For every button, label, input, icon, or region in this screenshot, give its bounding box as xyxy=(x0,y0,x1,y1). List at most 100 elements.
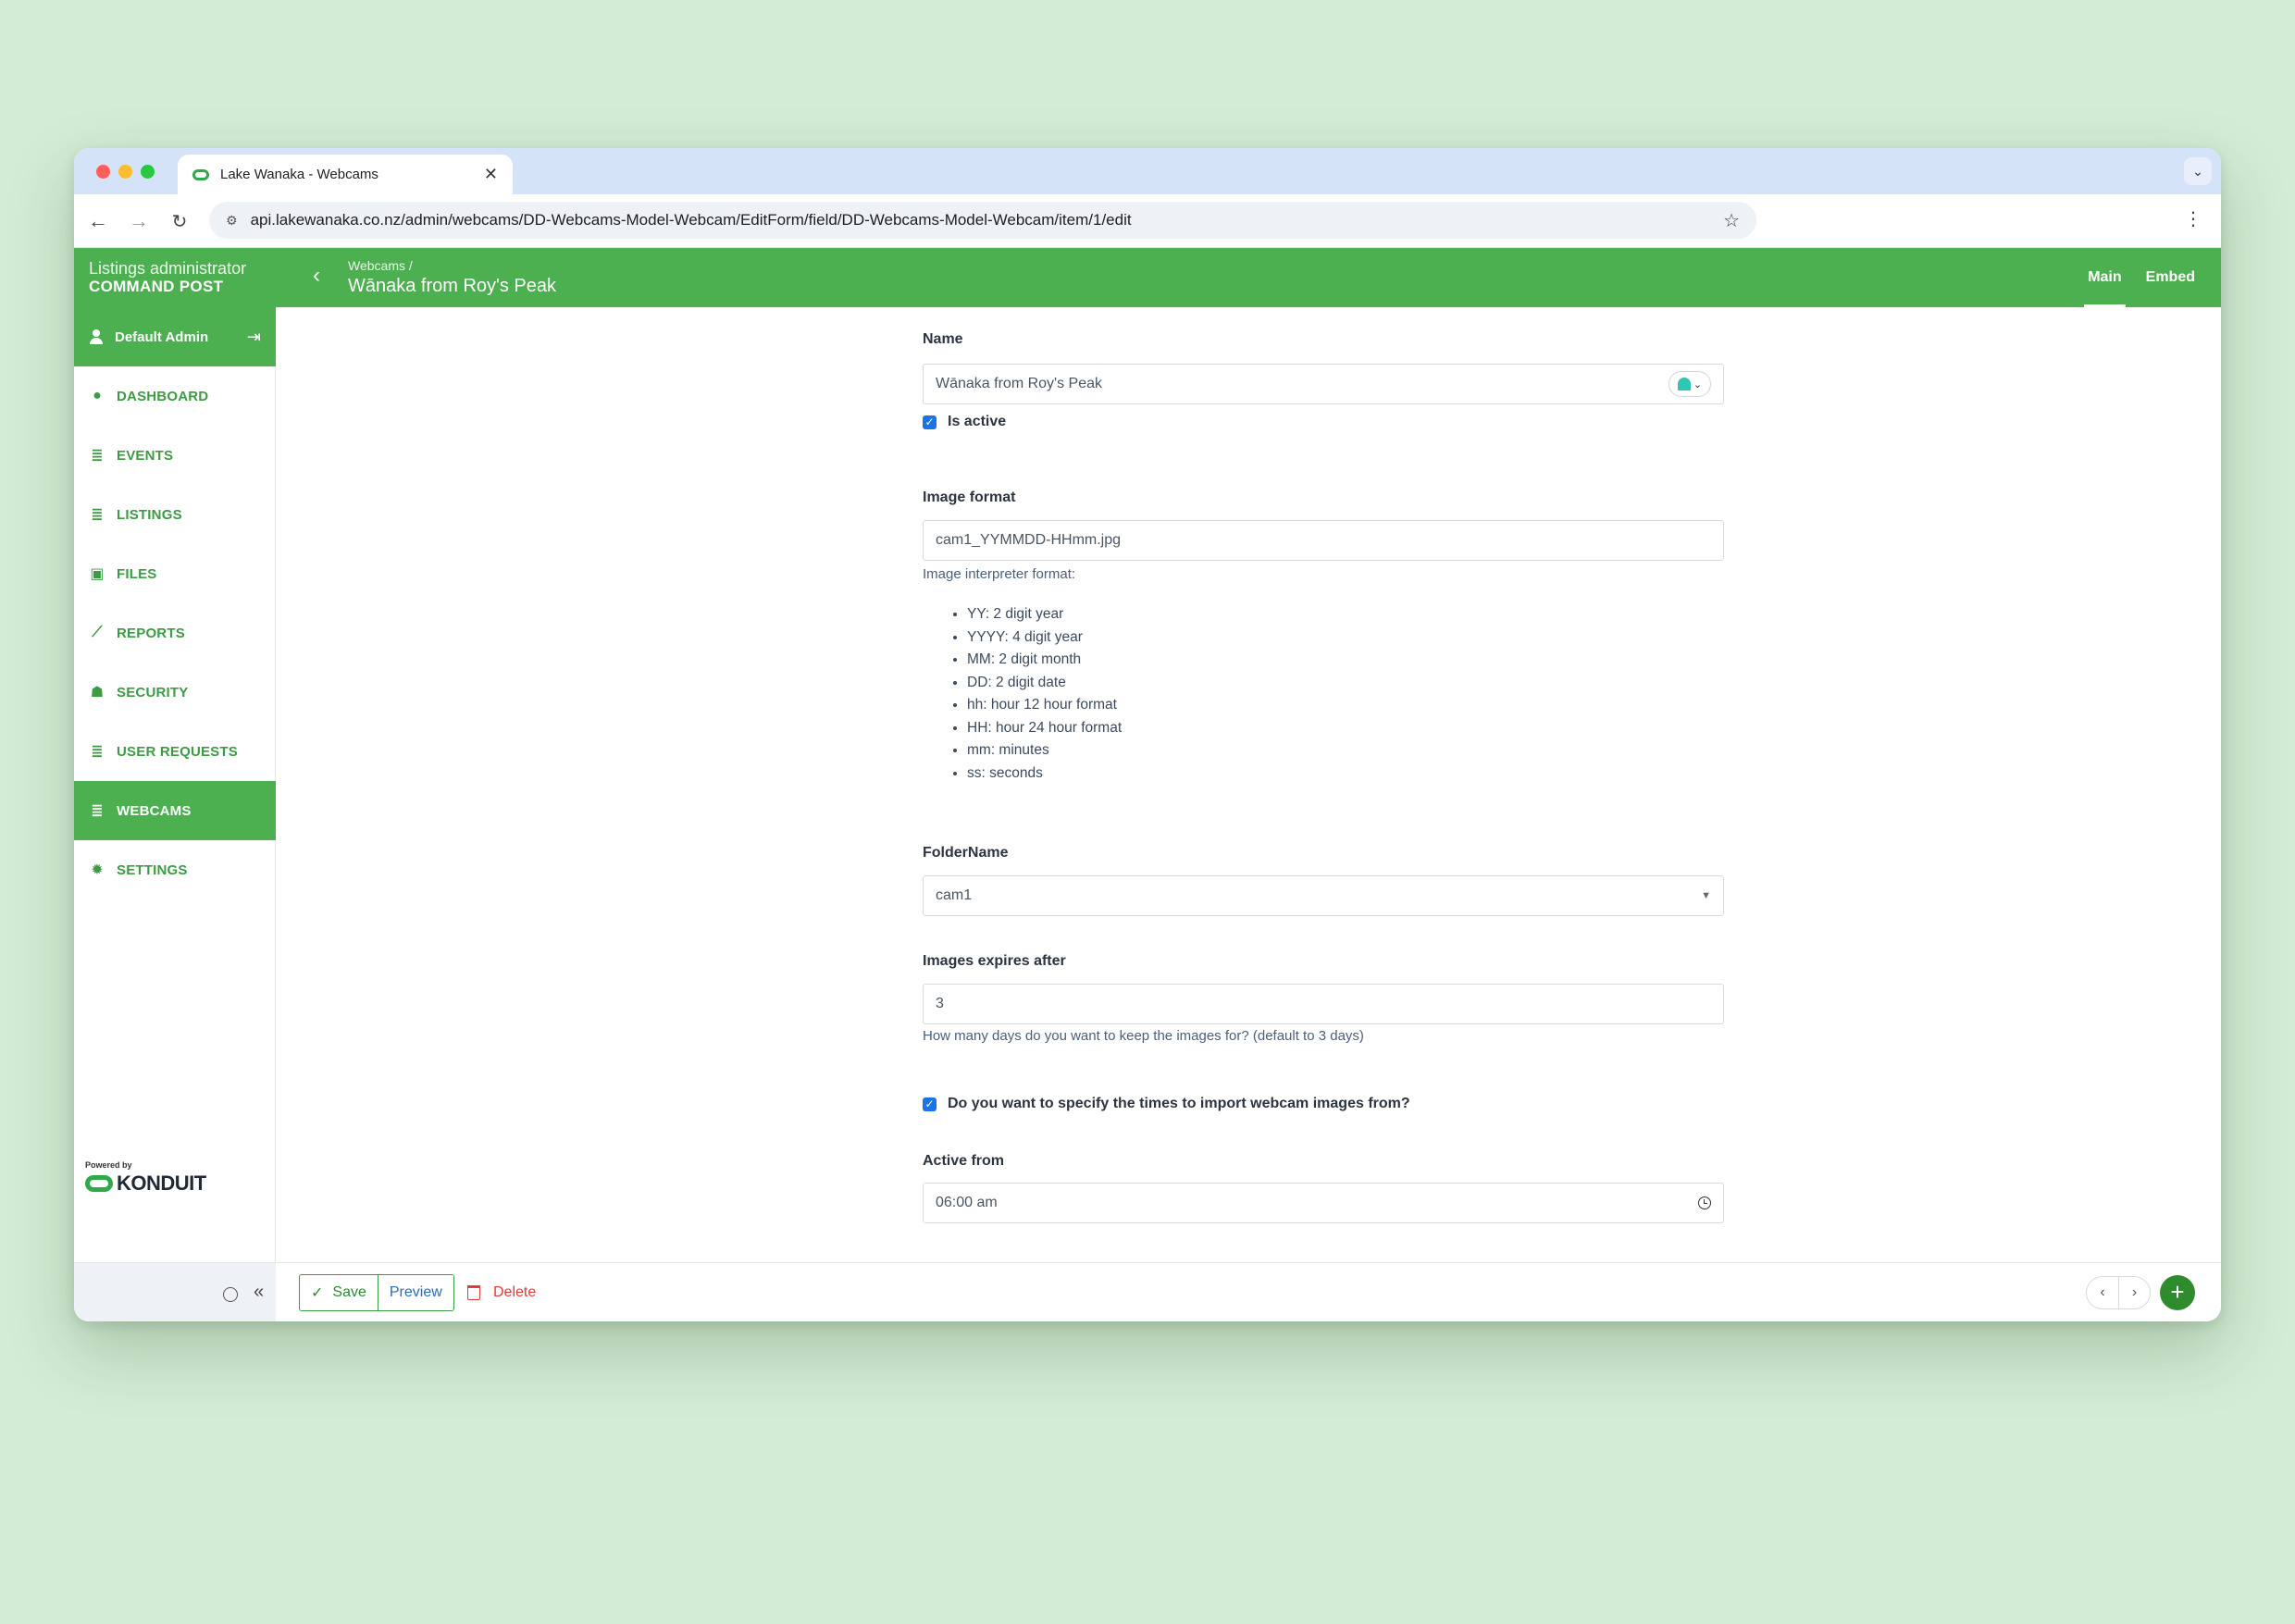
user-row[interactable]: Default Admin ⇥ xyxy=(74,307,276,366)
delete-button[interactable]: Delete xyxy=(467,1274,536,1311)
folder-name-select[interactable]: cam1 ▼ xyxy=(923,875,1724,916)
specify-times-checkbox[interactable]: ✓ xyxy=(923,1097,937,1111)
chevron-left-icon[interactable]: ‹ xyxy=(313,263,320,289)
sidebar-item-webcams[interactable]: ≣ WEBCAMS xyxy=(74,781,276,840)
active-from-label: Active from xyxy=(923,1153,1005,1169)
minimize-window-button[interactable] xyxy=(118,165,132,179)
sidebar-item-label: DASHBOARD xyxy=(117,388,209,404)
browser-window: Lake Wanaka - Webcams ✕ ⌄ ← → ↻ ⚙ api.la… xyxy=(74,148,2221,1321)
database-icon: ≣ xyxy=(91,507,104,523)
sidebar-item-dashboard[interactable]: ● DASHBOARD xyxy=(74,366,276,426)
database-icon: ≣ xyxy=(91,744,104,760)
list-item: MM: 2 digit month xyxy=(967,649,1122,672)
browser-toolbar: ← → ↻ ⚙ api.lakewanaka.co.nz/admin/webca… xyxy=(74,194,2221,248)
next-record-icon[interactable]: › xyxy=(2118,1277,2150,1308)
expires-help: How many days do you want to keep the im… xyxy=(923,1028,1364,1044)
image-format-label: Image format xyxy=(923,490,1016,505)
forward-arrow-icon[interactable]: → xyxy=(124,206,154,236)
language-toggle[interactable]: ⌄ xyxy=(1669,371,1711,397)
collapse-sidebar-icon[interactable]: « xyxy=(254,1282,264,1303)
is-active-checkbox[interactable]: ✓ xyxy=(923,415,937,429)
address-bar[interactable]: ⚙ api.lakewanaka.co.nz/admin/webcams/DD-… xyxy=(209,202,1756,239)
reload-icon[interactable]: ↻ xyxy=(165,206,194,236)
brand-subtitle: Listings administrator xyxy=(89,259,247,278)
is-active-label: Is active xyxy=(948,414,1007,429)
tab-search-button[interactable]: ⌄ xyxy=(2184,157,2212,185)
sidebar-item-reports[interactable]: ⟋ REPORTS xyxy=(74,603,276,663)
brand: Listings administrator COMMAND POST xyxy=(89,259,246,296)
tab-strip: Lake Wanaka - Webcams ✕ ⌄ xyxy=(74,148,2221,194)
folder-name-value[interactable]: cam1 xyxy=(936,887,1701,904)
sidebar-item-label: WEBCAMS xyxy=(117,802,192,819)
name-label: Name xyxy=(923,331,963,347)
caret-down-icon[interactable]: ▼ xyxy=(1701,890,1711,901)
close-tab-icon[interactable]: ✕ xyxy=(484,165,498,184)
preview-button[interactable]: Preview xyxy=(377,1275,453,1310)
is-active-row[interactable]: ✓ Is active xyxy=(923,414,1006,430)
sidebar-item-listings[interactable]: ≣ LISTINGS xyxy=(74,485,276,544)
logout-icon[interactable]: ⇥ xyxy=(247,328,261,347)
powered-by-text: Powered by xyxy=(85,1160,132,1170)
maximize-window-button[interactable] xyxy=(141,165,155,179)
sidebar: Default Admin ⇥ ● DASHBOARD ≣ EVENTS ≣ L… xyxy=(74,307,276,1321)
expires-value[interactable]: 3 xyxy=(936,996,1711,1012)
format-token-list: YY: 2 digit year YYYY: 4 digit year MM: … xyxy=(967,603,1122,785)
main-content: Name Wānaka from Roy's Peak ⌄ ✓ Is activ… xyxy=(277,307,2221,1262)
add-record-button[interactable]: + xyxy=(2160,1275,2195,1310)
expires-field[interactable]: 3 xyxy=(923,984,1724,1024)
list-item: mm: minutes xyxy=(967,739,1122,762)
sidebar-item-label: SETTINGS xyxy=(117,862,188,878)
sidebar-item-security[interactable]: ☗ SECURITY xyxy=(74,663,276,722)
list-item: hh: hour 12 hour format xyxy=(967,694,1122,717)
gear-icon: ✹ xyxy=(91,862,104,878)
konduit-wordmark: KONDUIT xyxy=(117,1172,206,1195)
back-arrow-icon[interactable]: ← xyxy=(83,206,113,236)
browser-menu-icon[interactable]: ⋮ xyxy=(2184,210,2202,229)
image-format-field[interactable]: cam1_YYMMDD-HHmm.jpg xyxy=(923,520,1724,561)
delete-label: Delete xyxy=(493,1284,537,1300)
save-button[interactable]: ✓ Save xyxy=(300,1275,378,1310)
sidebar-item-settings[interactable]: ✹ SETTINGS xyxy=(74,840,276,899)
name-field[interactable]: Wānaka from Roy's Peak ⌄ xyxy=(923,364,1724,404)
name-value[interactable]: Wānaka from Roy's Peak xyxy=(936,376,1669,392)
trash-icon xyxy=(467,1285,480,1300)
record-pager: ‹ › xyxy=(2086,1276,2151,1309)
sidebar-nav: ● DASHBOARD ≣ EVENTS ≣ LISTINGS ▣ FILES … xyxy=(74,366,276,899)
image-icon: ▣ xyxy=(90,566,105,582)
image-format-value[interactable]: cam1_YYMMDD-HHmm.jpg xyxy=(936,532,1711,549)
active-from-field[interactable]: 06:00 am xyxy=(923,1183,1724,1223)
favicon-icon xyxy=(192,168,209,180)
previous-record-icon[interactable]: ‹ xyxy=(2087,1277,2118,1308)
list-item: YY: 2 digit year xyxy=(967,603,1122,626)
breadcrumb-webcams[interactable]: Webcams / xyxy=(348,257,556,274)
page-title: Wānaka from Roy's Peak xyxy=(348,276,557,296)
sidebar-item-label: FILES xyxy=(117,565,157,582)
sidebar-item-label: SECURITY xyxy=(117,684,189,700)
specify-times-row[interactable]: ✓ Do you want to specify the times to im… xyxy=(923,1096,1410,1112)
sidebar-item-events[interactable]: ≣ EVENTS xyxy=(74,426,276,485)
specify-times-label: Do you want to specify the times to impo… xyxy=(948,1096,1410,1111)
browser-tab[interactable]: Lake Wanaka - Webcams ✕ xyxy=(178,155,513,194)
site-settings-icon[interactable]: ⚙ xyxy=(226,213,238,229)
dashboard-icon: ● xyxy=(93,388,102,403)
chart-line-icon: ⟋ xyxy=(92,625,103,640)
clock-icon[interactable] xyxy=(1698,1196,1711,1209)
user-icon xyxy=(89,329,104,344)
tab-title: Lake Wanaka - Webcams xyxy=(220,167,378,182)
bookmark-star-icon[interactable]: ☆ xyxy=(1723,209,1740,232)
sidebar-item-label: EVENTS xyxy=(117,447,174,464)
save-button-group: ✓ Save Preview xyxy=(299,1274,454,1311)
tab-embed[interactable]: Embed xyxy=(2146,248,2195,307)
url-text[interactable]: api.lakewanaka.co.nz/admin/webcams/DD-We… xyxy=(251,211,1724,229)
sidebar-item-label: REPORTS xyxy=(117,625,185,641)
theme-toggle-icon[interactable] xyxy=(223,1287,238,1302)
sidebar-footer: « xyxy=(74,1262,276,1321)
sidebar-item-files[interactable]: ▣ FILES xyxy=(74,544,276,603)
check-icon: ✓ xyxy=(311,1285,324,1301)
tab-main[interactable]: Main xyxy=(2084,248,2127,307)
sidebar-item-label: USER REQUESTS xyxy=(117,743,238,760)
close-window-button[interactable] xyxy=(96,165,110,179)
active-from-value[interactable]: 06:00 am xyxy=(936,1195,1698,1211)
record-tabs: Main Embed xyxy=(2064,248,2195,307)
sidebar-item-user-requests[interactable]: ≣ USER REQUESTS xyxy=(74,722,276,781)
